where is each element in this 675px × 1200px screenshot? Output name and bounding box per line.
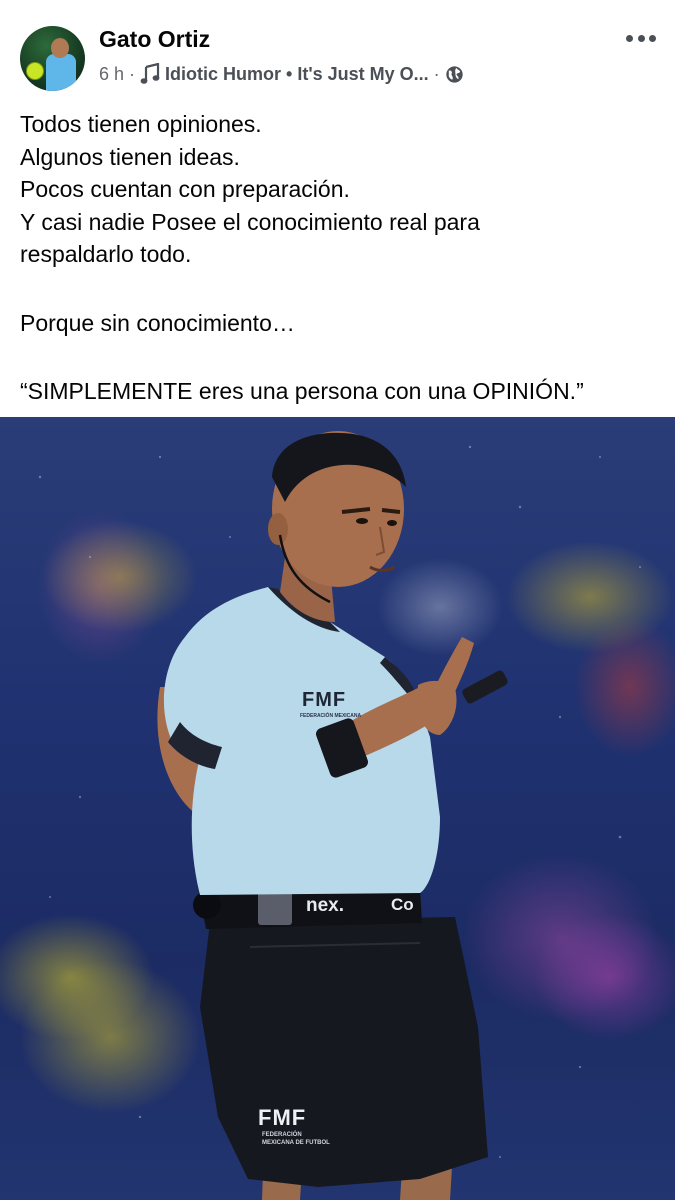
caption-line: Y casi nadie Posee el conocimiento real …	[20, 208, 480, 235]
facebook-post: Gato Ortiz 6 h · Idiotic Humor • It's Ju…	[0, 0, 675, 1200]
avatar-person-shirt	[46, 54, 76, 91]
avatar-person-head	[51, 38, 69, 58]
belt-sponsor-text-2: Co	[391, 895, 414, 914]
author-name[interactable]: Gato Ortiz	[99, 26, 210, 53]
caption-line: Todos tienen opiniones.	[20, 111, 262, 137]
shorts-fmf-logo: FMF	[258, 1105, 307, 1130]
more-dot	[637, 34, 645, 42]
post-header: Gato Ortiz 6 h · Idiotic Humor • It's Ju…	[0, 0, 675, 105]
post-caption: Todos tienen opiniones. Algunos tienen i…	[20, 108, 660, 408]
music-note-icon	[140, 63, 160, 84]
shirt-fmf-logo: FMF	[302, 689, 347, 711]
more-horizontal-icon	[626, 34, 633, 42]
post-photo[interactable]: FMF FEDERACIÓN MEXICANA nex. Co FMF FEDE…	[0, 417, 675, 1200]
group-name[interactable]: Idiotic Humor • It's Just My O...	[165, 64, 429, 85]
post-time[interactable]: 6 h	[99, 64, 124, 85]
shirt-fmf-subtitle: FEDERACIÓN MEXICANA	[300, 713, 362, 719]
meta-separator-2: ·	[433, 63, 440, 84]
post-meta: 6 h · Idiotic Humor • It's Just My O... …	[99, 62, 464, 86]
shorts-fmf-subtitle: FEDERACIÓN MEXICANA DE FUTBOL	[262, 1132, 330, 1146]
globe-icon[interactable]	[445, 65, 464, 84]
referee-illustration	[38, 431, 641, 1200]
caption-line: Algunos tienen ideas.	[20, 143, 240, 170]
caption-line: respaldarlo todo.	[20, 241, 192, 267]
belt-sponsor-text: nex.	[306, 895, 345, 916]
meta-separator: ·	[129, 63, 136, 84]
caption-quote: “SIMPLEMENTE eres una persona con una OP…	[20, 378, 584, 404]
avatar-ball	[26, 62, 44, 80]
author-avatar[interactable]	[20, 26, 85, 91]
caption-line: Pocos cuentan con preparación.	[20, 176, 350, 202]
more-dot	[649, 34, 656, 42]
more-options-button[interactable]	[623, 28, 659, 48]
caption-line: Porque sin conocimiento…	[20, 309, 295, 336]
